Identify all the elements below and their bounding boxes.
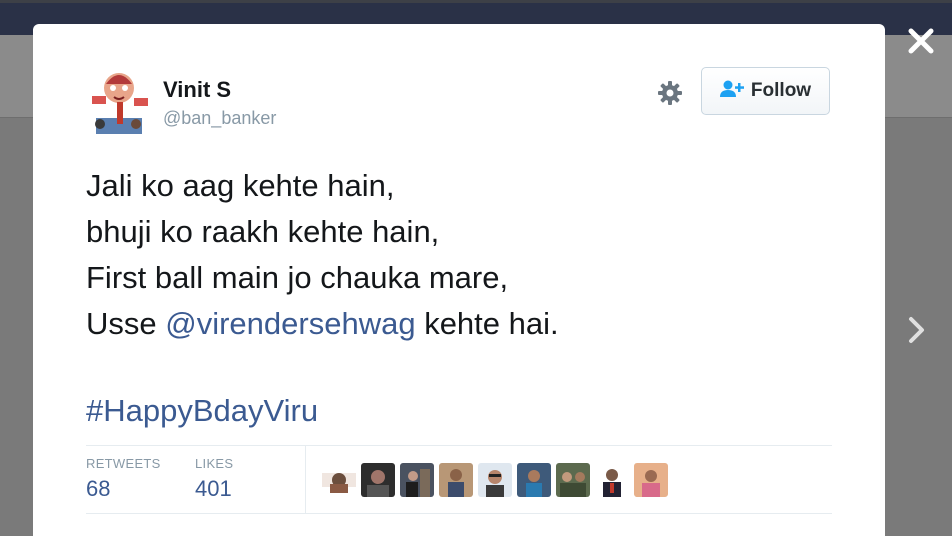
author-name[interactable]: Vinit S bbox=[163, 77, 231, 103]
retweets-count[interactable]: 68 bbox=[86, 476, 110, 502]
author-handle[interactable]: @ban_banker bbox=[163, 108, 276, 129]
hashtag-link[interactable]: #HappyBdayViru bbox=[86, 388, 318, 434]
stats-divider-top bbox=[86, 445, 832, 446]
likers-list bbox=[322, 463, 668, 497]
follow-button[interactable]: Follow bbox=[701, 67, 830, 115]
tweet-line: First ball main jo chauka mare, bbox=[86, 260, 509, 295]
tweet-text: Jali ko aag kehte hain, bhuji ko raakh k… bbox=[86, 163, 846, 347]
gear-icon[interactable] bbox=[657, 80, 683, 106]
likes-label[interactable]: LIKES bbox=[195, 456, 233, 471]
close-icon[interactable] bbox=[906, 26, 936, 56]
stats-divider-bottom bbox=[86, 513, 832, 514]
avatar[interactable] bbox=[88, 66, 150, 136]
likes-count[interactable]: 401 bbox=[195, 476, 232, 502]
liker-avatar[interactable] bbox=[517, 463, 551, 497]
retweets-label[interactable]: RETWEETS bbox=[86, 456, 161, 471]
liker-avatar[interactable] bbox=[556, 463, 590, 497]
tweet-line: bhuji ko raakh kehte hain, bbox=[86, 214, 440, 249]
liker-avatar[interactable] bbox=[439, 463, 473, 497]
follow-label: Follow bbox=[750, 80, 812, 101]
tweet-line-suffix: kehte hai. bbox=[415, 306, 559, 341]
stats-separator bbox=[305, 446, 306, 513]
liker-avatar[interactable] bbox=[478, 463, 512, 497]
liker-avatar[interactable] bbox=[322, 463, 356, 497]
tweet-line: Jali ko aag kehte hain, bbox=[86, 168, 395, 203]
liker-avatar[interactable] bbox=[595, 463, 629, 497]
liker-avatar[interactable] bbox=[400, 463, 434, 497]
tweet-line-prefix: Usse bbox=[86, 306, 166, 341]
tweet-line-with-mention: Usse @virendersehwag kehte hai. bbox=[86, 301, 846, 347]
chevron-right-icon[interactable] bbox=[906, 314, 928, 346]
liker-avatar[interactable] bbox=[361, 463, 395, 497]
add-user-icon bbox=[719, 80, 744, 103]
mention-link[interactable]: @virendersehwag bbox=[165, 306, 415, 341]
tweet-modal: Vinit S @ban_banker Follow Jali ko aag k… bbox=[33, 24, 885, 536]
liker-avatar[interactable] bbox=[634, 463, 668, 497]
